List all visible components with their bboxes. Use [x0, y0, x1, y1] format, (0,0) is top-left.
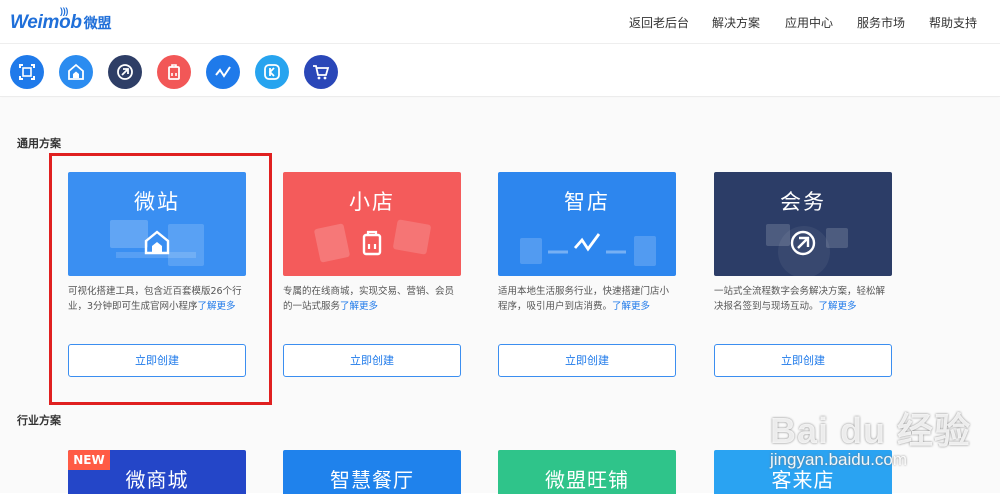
create-now-button[interactable]: 立即创建 [498, 344, 676, 377]
home-store-icon[interactable] [59, 55, 93, 89]
card-banner[interactable]: 会务 [714, 172, 892, 276]
nav-help-support[interactable]: 帮助支持 [929, 0, 977, 44]
frame-icon[interactable] [10, 55, 44, 89]
card-banner[interactable]: 智店 [498, 172, 676, 276]
learn-more-link[interactable]: 了解更多 [612, 301, 650, 312]
zigzag-icon[interactable] [206, 55, 240, 89]
learn-more-link[interactable]: 了解更多 [819, 301, 857, 312]
card-banner[interactable]: 小店 [283, 172, 461, 276]
industry-card-title: 微盟旺铺 [545, 468, 629, 492]
shop-bag-icon[interactable] [157, 55, 191, 89]
logo-signal-icon: ))) [60, 6, 69, 16]
nav-app-center[interactable]: 应用中心 [785, 0, 833, 44]
card-description: 一站式全流程数字会务解决方案，轻松解决报名签到与现场互动。了解更多 [714, 286, 886, 312]
logo-text: Weimob [10, 12, 82, 33]
card-description: 专属的在线商城，实现交易、营销、会员的一站式服务了解更多 [283, 286, 455, 312]
cart-icon[interactable] [304, 55, 338, 89]
nav-solutions[interactable]: 解决方案 [712, 0, 760, 44]
swap-circle-icon [790, 230, 816, 256]
learn-more-link[interactable]: 了解更多 [340, 301, 378, 312]
industry-card-weishangcheng[interactable]: NEW 微商城 [68, 450, 246, 494]
card-title: 小店 [349, 190, 395, 214]
create-now-button[interactable]: 立即创建 [714, 344, 892, 377]
card-title: 智店 [564, 190, 610, 214]
industry-card-smart-restaurant[interactable]: 智慧餐厅 [283, 450, 461, 494]
nav-service-market[interactable]: 服务市场 [857, 0, 905, 44]
shop-bag-icon [362, 230, 382, 256]
k-badge-icon[interactable] [255, 55, 289, 89]
section-title-general: 通用方案 [17, 137, 61, 150]
create-now-button[interactable]: 立即创建 [283, 344, 461, 377]
section-title-industry: 行业方案 [17, 414, 61, 427]
highlight-box [49, 153, 272, 405]
nav-back-to-old-admin[interactable]: 返回老后台 [629, 0, 689, 44]
baidu-watermark-url: jingyan.baidu.com [770, 450, 908, 469]
industry-card-title: 智慧餐厅 [330, 468, 414, 492]
app-icon-bar [0, 45, 1000, 97]
industry-card-title: 微商城 [125, 468, 189, 492]
top-navigation-bar: Weimob 微盟 ))) 返回老后台 解决方案 应用中心 服务市场 帮助支持 [0, 0, 1000, 44]
card-description: 适用本地生活服务行业，快速搭建门店小程序，吸引用户到店消费。了解更多 [498, 286, 670, 312]
weimob-logo[interactable]: Weimob 微盟 ))) [10, 6, 112, 34]
logo-cn-text: 微盟 [83, 15, 112, 31]
card-title: 会务 [780, 190, 826, 214]
swap-circle-icon[interactable] [108, 55, 142, 89]
zigzag-icon [573, 233, 601, 252]
baidu-watermark-logo: Bai du 经验 [770, 410, 972, 451]
industry-card-wangpu[interactable]: 微盟旺铺 [498, 450, 676, 494]
